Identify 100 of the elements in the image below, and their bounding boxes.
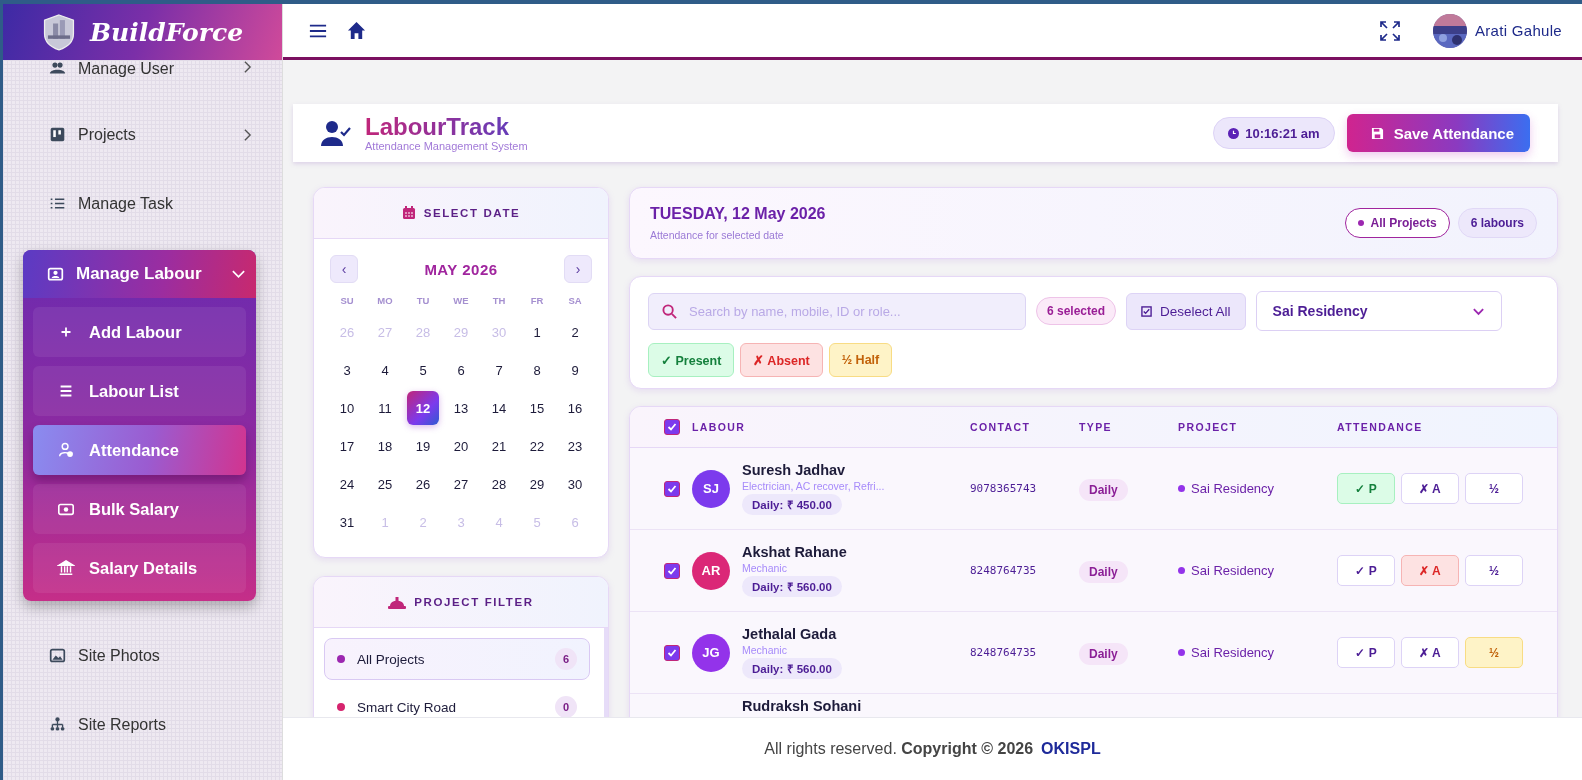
calendar-day[interactable]: 13 [445, 389, 477, 427]
calendar-day[interactable]: 23 [559, 427, 591, 465]
search-field[interactable]: Search by name, mobile, ID or role... [648, 292, 1026, 330]
labour-role: Mechanic [742, 562, 787, 574]
labour-name: Akshat Rahane [742, 544, 847, 560]
calendar-day[interactable]: 1 [521, 313, 553, 351]
calendar-day[interactable]: 8 [521, 351, 553, 389]
nav-subitem[interactable]: Labour List [33, 366, 246, 416]
calendar-day[interactable]: 31 [331, 503, 363, 541]
project-filter-item[interactable]: All Projects 6 [324, 638, 590, 680]
calendar-day[interactable]: 16 [559, 389, 591, 427]
row-checkbox[interactable] [664, 644, 680, 661]
initials-avatar: SJ [692, 469, 730, 508]
calendar-day[interactable]: 30 [559, 465, 591, 503]
attendance-button[interactable]: ✓ P [1337, 473, 1395, 504]
nav-subitem[interactable]: Salary Details [33, 543, 246, 593]
attendance-button[interactable]: ✓ P [1337, 637, 1395, 668]
calendar-day[interactable]: 11 [369, 389, 401, 427]
calendar-day[interactable]: 6 [445, 351, 477, 389]
attendance-button[interactable]: ½ [1465, 473, 1523, 504]
table-cell-text: 9078365743 [970, 482, 1038, 495]
project-name: All Projects [357, 651, 426, 667]
calendar-day[interactable]: 26 [407, 465, 439, 503]
card-heading: SELECT DATE [423, 207, 521, 219]
labour-name: Jethalal Gada [742, 626, 837, 642]
fullscreen-icon[interactable] [1379, 19, 1401, 42]
weekday-label: TU [415, 294, 431, 308]
calendar-day[interactable]: 15 [521, 389, 553, 427]
calendar-day[interactable]: 22 [521, 427, 553, 465]
home-icon[interactable] [347, 21, 366, 40]
calendar-day[interactable]: 4 [369, 351, 401, 389]
calendar-day[interactable]: 24 [331, 465, 363, 503]
calendar-day[interactable]: 21 [483, 427, 515, 465]
month-label: MAY 2026 [424, 260, 498, 278]
weekday-label: TH [491, 294, 507, 308]
calendar-day[interactable]: 27 [445, 465, 477, 503]
calendar-day[interactable]: 25 [369, 465, 401, 503]
attendance-button[interactable]: ✗ A [1401, 637, 1459, 668]
attendance-button[interactable]: ✗ A [1401, 473, 1459, 504]
deselect-all-button[interactable]: Deselect All [1126, 292, 1246, 330]
bulk-status-button[interactable]: ½ Half [828, 343, 893, 377]
date-caption: Attendance for selected date [650, 229, 785, 241]
checkmark-icon [666, 421, 678, 433]
selected-date: TUESDAY, 12 May 2026 [650, 205, 826, 223]
calendar-day[interactable]: 29 [521, 465, 553, 503]
count-badge: 0 [555, 696, 577, 717]
calendar-day[interactable]: 18 [369, 427, 401, 465]
labour-name: Suresh Jadhav [742, 462, 846, 478]
calendar-day[interactable]: 9 [559, 351, 591, 389]
previous-month-button[interactable]: ‹ [330, 255, 358, 283]
nav-subitem[interactable]: Attendance [33, 425, 246, 475]
labour-name: Rudraksh Sohani [742, 698, 862, 714]
row-checkbox[interactable] [664, 480, 680, 497]
calendar-day[interactable]: 12 [407, 391, 439, 425]
nav-item[interactable]: Manage User [3, 60, 282, 100]
nav-item[interactable]: Site Photos [3, 621, 282, 690]
weekday-label: SU [339, 294, 355, 308]
calendar-day[interactable]: 2 [559, 313, 591, 351]
nav-item[interactable]: Site Reports [3, 690, 282, 759]
company-link[interactable]: OKISPL [1041, 740, 1101, 758]
nav-item[interactable]: Projects [3, 100, 282, 169]
nav-subitem[interactable]: Add Labour [33, 307, 246, 357]
attendance-button[interactable]: ½ [1465, 637, 1523, 668]
save-button[interactable]: Save Attendance [1346, 114, 1530, 152]
initials-avatar: AR [692, 551, 730, 590]
select-all-checkbox[interactable] [664, 419, 680, 435]
project-chip: All Projects [1344, 208, 1450, 238]
project-dropdown[interactable]: Sai Residency [1255, 291, 1502, 331]
column-header: LABOUR [692, 421, 747, 433]
chevron-down-icon [1471, 306, 1485, 316]
copyright-text: All rights reserved. Copyright © 2026 [764, 740, 1034, 758]
menu-icon[interactable] [309, 22, 327, 39]
labour-role: Electrician, AC recover, Refri... [742, 480, 885, 492]
calendar-day[interactable]: 3 [331, 351, 363, 389]
nav-item[interactable]: Manage Task [3, 169, 282, 238]
bulk-status-button[interactable]: ✗ Absent [740, 343, 823, 377]
calendar-day[interactable]: 28 [483, 465, 515, 503]
user-name[interactable]: Arati Gahule [1475, 22, 1562, 39]
calendar-day[interactable]: 7 [483, 351, 515, 389]
attendance-button[interactable]: ✓ P [1337, 555, 1395, 586]
user-check-icon [321, 119, 351, 147]
calendar-day[interactable]: 10 [331, 389, 363, 427]
column-header: PROJECT [1178, 421, 1239, 433]
calendar-day[interactable]: 19 [407, 427, 439, 465]
project-name: Smart City Road [357, 699, 458, 715]
attendance-button[interactable]: ½ [1465, 555, 1523, 586]
calendar-day[interactable]: 20 [445, 427, 477, 465]
calendar-day[interactable]: 17 [331, 427, 363, 465]
calendar-day[interactable]: 14 [483, 389, 515, 427]
wage-badge: Daily: ₹ 450.00 [742, 494, 842, 515]
next-month-button[interactable]: › [564, 255, 592, 283]
building-shield-icon [41, 13, 76, 51]
column-header: TYPE [1079, 421, 1114, 433]
wage-badge: Daily: ₹ 560.00 [742, 658, 842, 679]
bulk-status-button[interactable]: ✓ Present [648, 343, 735, 377]
nav-subitem[interactable]: Bulk Salary [33, 484, 246, 534]
attendance-button[interactable]: ✗ A [1401, 555, 1459, 586]
row-checkbox[interactable] [664, 562, 680, 579]
calendar-day[interactable]: 5 [407, 351, 439, 389]
nav-item[interactable]: Manage Labour [23, 250, 256, 298]
